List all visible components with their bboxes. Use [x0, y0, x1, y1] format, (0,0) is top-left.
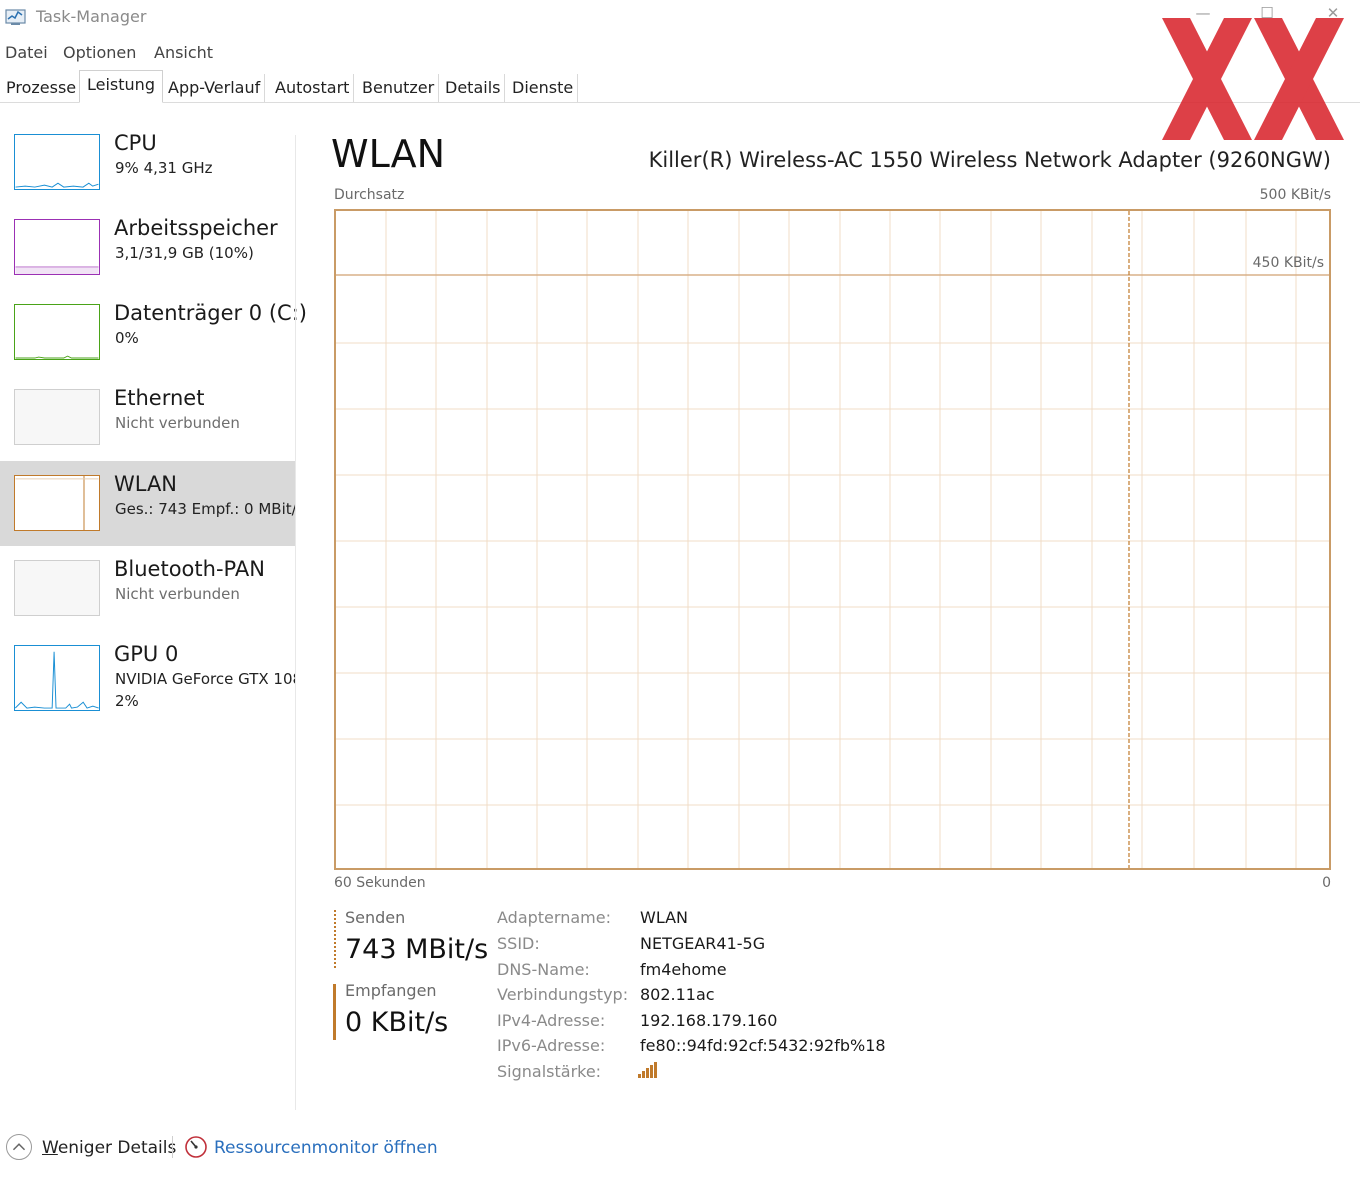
adapter-name: Killer(R) Wireless-AC 1550 Wireless Netw… [648, 148, 1331, 172]
receive-value: 0 KBit/s [345, 1007, 449, 1038]
tab-app-verlauf[interactable]: App-Verlauf [164, 74, 266, 102]
sidebar-item-sub: 3,1/31,9 GB (10%) [115, 244, 254, 262]
tab-benutzer[interactable]: Benutzer [358, 74, 440, 102]
sidebar-item-sub: NVIDIA GeForce GTX 1080 [115, 670, 296, 688]
detail-key: IPv6-Adresse: [497, 1036, 606, 1055]
receive-label: Empfangen [345, 981, 437, 1000]
sidebar-item-title: Bluetooth-PAN [114, 557, 265, 581]
sidebar-item-title: CPU [114, 131, 157, 155]
detail-value: fe80::94fd:92cf:5432:92fb%18 [640, 1036, 886, 1055]
sidebar-item-title: GPU 0 [114, 642, 179, 666]
menu-ansicht[interactable]: Ansicht [154, 43, 213, 62]
sidebar-item-sub: 0% [115, 329, 139, 347]
title-bar: Task-Manager — ☐ ✕ [0, 0, 1360, 36]
wlan-thumbnail [14, 475, 100, 531]
graph-grid [336, 211, 1329, 868]
sidebar-item-datentraeger[interactable]: Datenträger 0 (C:) 0% [0, 290, 307, 375]
graph-max-label: 500 KBit/s [1259, 187, 1331, 203]
sidebar-item-title: Arbeitsspeicher [114, 216, 278, 240]
receive-indicator [333, 984, 336, 1040]
page-title: WLAN [331, 132, 446, 176]
cpu-thumbnail [14, 134, 100, 190]
sidebar-divider [295, 135, 296, 1110]
footer-divider [172, 1136, 173, 1158]
performance-sidebar: CPU 9% 4,31 GHz Arbeitsspeicher 3,1/31,9… [0, 120, 307, 1110]
sidebar-item-ethernet[interactable]: Ethernet Nicht verbunden [0, 375, 296, 460]
detail-key: Signalstärke: [497, 1062, 602, 1081]
tab-leistung[interactable]: Leistung [79, 70, 163, 103]
footer-bar: Weniger Details Ressourcenmonitor öffnen [0, 1130, 1360, 1170]
sidebar-item-title: Datenträger 0 (C:) [114, 301, 307, 325]
detail-value: WLAN [640, 908, 689, 927]
detail-key: IPv4-Adresse: [497, 1011, 606, 1030]
tab-bar: Prozesse Leistung App-Verlauf Autostart … [0, 70, 1360, 103]
sidebar-item-wlan[interactable]: WLAN Ges.: 743 Empf.: 0 MBit/s [0, 461, 296, 546]
tab-prozesse[interactable]: Prozesse [2, 74, 82, 102]
detail-key: DNS-Name: [497, 960, 590, 979]
graph-time-label: 60 Sekunden [334, 875, 426, 891]
graph-zero-label: 0 [1322, 875, 1331, 891]
send-indicator [334, 910, 336, 968]
fewer-details-label: eniger Details [57, 1138, 177, 1158]
menu-bar: Datei Optionen Ansicht [0, 40, 1360, 66]
menu-optionen[interactable]: Optionen [63, 43, 136, 62]
sidebar-item-bluetooth-pan[interactable]: Bluetooth-PAN Nicht verbunden [0, 546, 296, 631]
gpu-thumbnail [14, 645, 100, 711]
detail-value: 192.168.179.160 [640, 1011, 778, 1030]
sidebar-item-sub: Nicht verbunden [115, 585, 240, 603]
tab-dienste[interactable]: Dienste [508, 74, 579, 102]
disk-thumbnail [14, 304, 100, 360]
detail-value: 802.11ac [640, 985, 715, 1004]
send-value: 743 MBit/s [345, 934, 489, 965]
graph-label: Durchsatz [334, 187, 405, 203]
detail-key: Adaptername: [497, 908, 611, 927]
send-label: Senden [345, 908, 406, 927]
reference-label: 450 KBit/s [1253, 255, 1324, 271]
memory-thumbnail [14, 219, 100, 275]
detail-key: Verbindungstyp: [497, 985, 629, 1004]
detail-key: SSID: [497, 934, 540, 953]
signal-bars-icon [638, 1062, 657, 1078]
ethernet-thumbnail [14, 389, 100, 445]
sidebar-item-title: Ethernet [114, 386, 205, 410]
tab-autostart[interactable]: Autostart [271, 74, 355, 102]
tab-details[interactable]: Details [441, 74, 506, 102]
detail-value: fm4ehome [640, 960, 727, 979]
resource-monitor-icon[interactable] [184, 1135, 208, 1159]
sidebar-item-sub: Nicht verbunden [115, 414, 240, 432]
task-manager-icon [5, 9, 26, 25]
sidebar-item-cpu[interactable]: CPU 9% 4,31 GHz [0, 120, 296, 205]
sidebar-item-title: WLAN [114, 472, 178, 496]
sidebar-item-sub: Ges.: 743 Empf.: 0 MBit/s [115, 500, 296, 518]
resource-monitor-link[interactable]: Ressourcenmonitor öffnen [214, 1138, 438, 1158]
throughput-graph: 450 KBit/s [334, 209, 1331, 870]
chevron-up-icon[interactable] [6, 1134, 32, 1160]
sidebar-item-sub2: 2% [115, 692, 139, 710]
sidebar-item-arbeitsspeicher[interactable]: Arbeitsspeicher 3,1/31,9 GB (10%) [0, 205, 296, 290]
window-title: Task-Manager [36, 7, 147, 26]
xx-watermark-logo [1162, 18, 1344, 140]
fewer-details-accesskey: W [42, 1138, 58, 1158]
sidebar-item-gpu[interactable]: GPU 0 NVIDIA GeForce GTX 1080 2% [0, 631, 296, 731]
bluetooth-thumbnail [14, 560, 100, 616]
fewer-details-button[interactable]: Weniger Details [42, 1138, 176, 1158]
sidebar-item-sub: 9% 4,31 GHz [115, 159, 213, 177]
detail-value: NETGEAR41-5G [640, 934, 766, 953]
menu-datei[interactable]: Datei [5, 43, 48, 62]
